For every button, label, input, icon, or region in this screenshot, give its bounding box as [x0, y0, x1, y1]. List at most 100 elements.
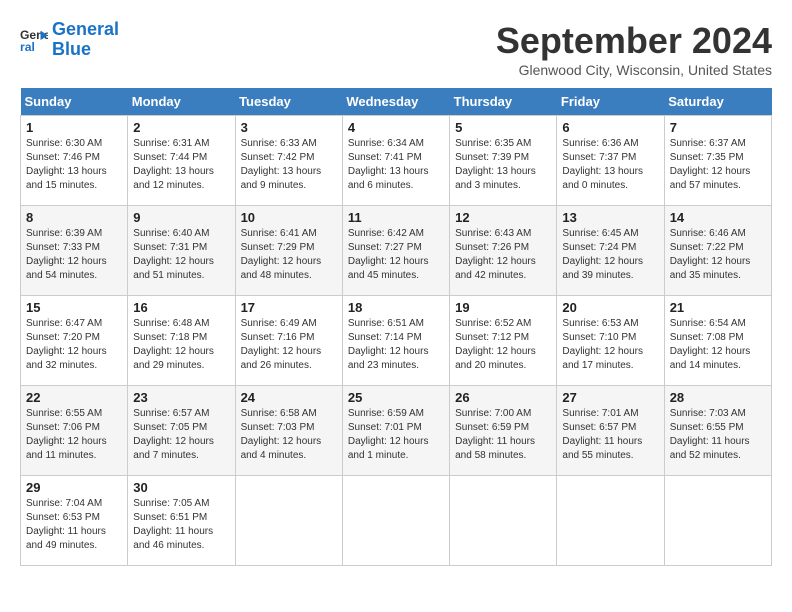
calendar-cell: 27Sunrise: 7:01 AMSunset: 6:57 PMDayligh… — [557, 386, 664, 476]
calendar-cell: 9 Sunrise: 6:40 AMSunset: 7:31 PMDaylight… — [128, 206, 235, 296]
calendar-cell: 3 Sunrise: 6:33 AMSunset: 7:42 PMDaylight… — [235, 116, 342, 206]
day-info: Sunrise: 6:53 AMSunset: 7:10 PMDaylight:… — [562, 317, 658, 373]
col-header-saturday: Saturday — [664, 88, 771, 116]
calendar-cell: 14 Sunrise: 6:46 AMSunset: 7:22 PMDayligh… — [664, 206, 771, 296]
calendar-cell: 20 Sunrise: 6:53 AMSunset: 7:10 PMDayligh… — [557, 296, 664, 386]
calendar-cell: 2 Sunrise: 6:31 AMSunset: 7:44 PMDaylight… — [128, 116, 235, 206]
calendar-cell — [664, 476, 771, 566]
calendar-cell — [342, 476, 449, 566]
day-info: Sunrise: 6:51 AMSunset: 7:14 PMDaylight:… — [348, 317, 444, 373]
day-info: Sunrise: 6:34 AMSunset: 7:41 PMDaylight:… — [348, 137, 444, 193]
day-info: Sunrise: 6:47 AMSunset: 7:20 PMDaylight:… — [26, 317, 122, 373]
header-row: SundayMondayTuesdayWednesdayThursdayFrid… — [21, 88, 772, 116]
day-info: Sunrise: 6:52 AMSunset: 7:12 PMDaylight:… — [455, 317, 551, 373]
day-info: Sunrise: 7:03 AMSunset: 6:55 PMDaylight:… — [670, 407, 766, 463]
location-subtitle: Glenwood City, Wisconsin, United States — [496, 62, 772, 78]
calendar-cell: 29 Sunrise: 7:04 AMSunset: 6:53 PMDayligh… — [21, 476, 128, 566]
calendar-cell: 15 Sunrise: 6:47 AMSunset: 7:20 PMDayligh… — [21, 296, 128, 386]
calendar-cell: 13Sunrise: 6:45 AMSunset: 7:24 PMDayligh… — [557, 206, 664, 296]
col-header-wednesday: Wednesday — [342, 88, 449, 116]
col-header-friday: Friday — [557, 88, 664, 116]
day-info: Sunrise: 6:59 AMSunset: 7:01 PMDaylight:… — [348, 407, 444, 463]
logo-line2: Blue — [52, 39, 91, 59]
day-info: Sunrise: 6:33 AMSunset: 7:42 PMDaylight:… — [241, 137, 337, 193]
week-row-2: 8 Sunrise: 6:39 AMSunset: 7:33 PMDaylight… — [21, 206, 772, 296]
calendar-cell: 30Sunrise: 7:05 AMSunset: 6:51 PMDayligh… — [128, 476, 235, 566]
col-header-thursday: Thursday — [450, 88, 557, 116]
calendar-cell: 8 Sunrise: 6:39 AMSunset: 7:33 PMDaylight… — [21, 206, 128, 296]
page-header: Gene ral General Blue September 2024 Gle… — [20, 20, 772, 78]
calendar-cell: 6 Sunrise: 6:36 AMSunset: 7:37 PMDaylight… — [557, 116, 664, 206]
calendar-cell: 25 Sunrise: 6:59 AMSunset: 7:01 PMDayligh… — [342, 386, 449, 476]
calendar-cell: 17Sunrise: 6:49 AMSunset: 7:16 PMDayligh… — [235, 296, 342, 386]
calendar-cell: 5Sunrise: 6:35 AMSunset: 7:39 PMDaylight… — [450, 116, 557, 206]
calendar-cell — [557, 476, 664, 566]
day-info: Sunrise: 6:49 AMSunset: 7:16 PMDaylight:… — [241, 317, 337, 373]
calendar-cell — [450, 476, 557, 566]
day-info: Sunrise: 6:43 AMSunset: 7:26 PMDaylight:… — [455, 227, 551, 283]
day-number: 10 — [241, 210, 337, 225]
day-info: Sunrise: 6:40 AMSunset: 7:31 PMDaylight:… — [133, 227, 229, 283]
day-number: 2 — [133, 120, 229, 135]
day-info: Sunrise: 7:05 AMSunset: 6:51 PMDaylight:… — [133, 497, 229, 553]
logo: Gene ral General Blue — [20, 20, 119, 60]
week-row-4: 22Sunrise: 6:55 AMSunset: 7:06 PMDayligh… — [21, 386, 772, 476]
day-info: Sunrise: 6:48 AMSunset: 7:18 PMDaylight:… — [133, 317, 229, 373]
day-number: 1 — [26, 120, 122, 135]
calendar-cell: 18 Sunrise: 6:51 AMSunset: 7:14 PMDayligh… — [342, 296, 449, 386]
day-number: 16 — [133, 300, 229, 315]
calendar-cell — [235, 476, 342, 566]
calendar-cell: 1Sunrise: 6:30 AMSunset: 7:46 PMDaylight… — [21, 116, 128, 206]
day-number: 4 — [348, 120, 444, 135]
day-info: Sunrise: 6:46 AMSunset: 7:22 PMDaylight:… — [670, 227, 766, 283]
calendar-cell: 16 Sunrise: 6:48 AMSunset: 7:18 PMDayligh… — [128, 296, 235, 386]
calendar-cell: 23Sunrise: 6:57 AMSunset: 7:05 PMDayligh… — [128, 386, 235, 476]
day-info: Sunrise: 6:31 AMSunset: 7:44 PMDaylight:… — [133, 137, 229, 193]
logo-icon: Gene ral — [20, 26, 48, 54]
calendar-cell: 4 Sunrise: 6:34 AMSunset: 7:41 PMDaylight… — [342, 116, 449, 206]
day-number: 24 — [241, 390, 337, 405]
day-number: 3 — [241, 120, 337, 135]
calendar-cell: 7Sunrise: 6:37 AMSunset: 7:35 PMDaylight… — [664, 116, 771, 206]
day-number: 14 — [670, 210, 766, 225]
day-number: 20 — [562, 300, 658, 315]
day-number: 7 — [670, 120, 766, 135]
day-info: Sunrise: 6:36 AMSunset: 7:37 PMDaylight:… — [562, 137, 658, 193]
day-number: 18 — [348, 300, 444, 315]
day-number: 25 — [348, 390, 444, 405]
day-number: 21 — [670, 300, 766, 315]
day-info: Sunrise: 6:55 AMSunset: 7:06 PMDaylight:… — [26, 407, 122, 463]
calendar-cell: 22Sunrise: 6:55 AMSunset: 7:06 PMDayligh… — [21, 386, 128, 476]
day-info: Sunrise: 6:58 AMSunset: 7:03 PMDaylight:… — [241, 407, 337, 463]
day-number: 15 — [26, 300, 122, 315]
day-info: Sunrise: 7:04 AMSunset: 6:53 PMDaylight:… — [26, 497, 122, 553]
day-info: Sunrise: 6:45 AMSunset: 7:24 PMDaylight:… — [562, 227, 658, 283]
day-info: Sunrise: 6:42 AMSunset: 7:27 PMDaylight:… — [348, 227, 444, 283]
calendar-cell: 11 Sunrise: 6:42 AMSunset: 7:27 PMDayligh… — [342, 206, 449, 296]
day-info: Sunrise: 6:41 AMSunset: 7:29 PMDaylight:… — [241, 227, 337, 283]
day-number: 27 — [562, 390, 658, 405]
day-info: Sunrise: 6:39 AMSunset: 7:33 PMDaylight:… — [26, 227, 122, 283]
calendar-cell: 28 Sunrise: 7:03 AMSunset: 6:55 PMDayligh… — [664, 386, 771, 476]
day-number: 23 — [133, 390, 229, 405]
month-title: September 2024 — [496, 20, 772, 62]
col-header-tuesday: Tuesday — [235, 88, 342, 116]
day-number: 29 — [26, 480, 122, 495]
calendar-cell: 26 Sunrise: 7:00 AMSunset: 6:59 PMDayligh… — [450, 386, 557, 476]
day-info: Sunrise: 7:00 AMSunset: 6:59 PMDaylight:… — [455, 407, 551, 463]
day-number: 28 — [670, 390, 766, 405]
day-number: 6 — [562, 120, 658, 135]
day-number: 9 — [133, 210, 229, 225]
day-info: Sunrise: 6:35 AMSunset: 7:39 PMDaylight:… — [455, 137, 551, 193]
day-number: 19 — [455, 300, 551, 315]
day-number: 8 — [26, 210, 122, 225]
day-number: 11 — [348, 210, 444, 225]
title-block: September 2024 Glenwood City, Wisconsin,… — [496, 20, 772, 78]
week-row-1: 1Sunrise: 6:30 AMSunset: 7:46 PMDaylight… — [21, 116, 772, 206]
logo-line1: General — [52, 19, 119, 39]
day-info: Sunrise: 6:54 AMSunset: 7:08 PMDaylight:… — [670, 317, 766, 373]
calendar-table: SundayMondayTuesdayWednesdayThursdayFrid… — [20, 88, 772, 566]
day-number: 26 — [455, 390, 551, 405]
col-header-monday: Monday — [128, 88, 235, 116]
calendar-cell: 19 Sunrise: 6:52 AMSunset: 7:12 PMDayligh… — [450, 296, 557, 386]
